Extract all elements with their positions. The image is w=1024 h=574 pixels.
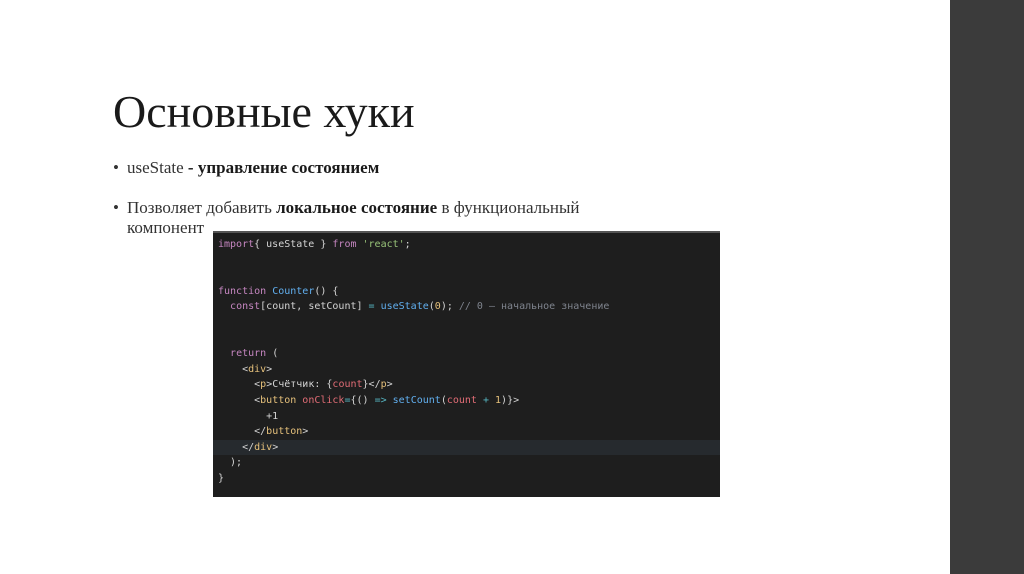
- code-line: );: [213, 455, 720, 471]
- code-token: +: [476, 394, 489, 406]
- code-token: [count, setCount]: [260, 301, 369, 313]
- code-token: setCount: [386, 394, 441, 406]
- slide-title: Основные хуки: [113, 86, 415, 137]
- code-line: function Counter() {: [213, 284, 720, 300]
- code-token: button: [266, 426, 303, 438]
- code-line: </div>: [213, 439, 720, 456]
- code-token: return: [230, 348, 267, 360]
- code-token: { useState }: [254, 239, 333, 250]
- bullet-bold-text: - управление состоянием: [183, 158, 380, 177]
- code-token: <: [218, 394, 261, 406]
- code-token: +1: [218, 410, 279, 422]
- code-token: Counter: [266, 285, 315, 297]
- bullet-text-tail: в функциональный: [437, 198, 580, 217]
- code-token: 1: [489, 394, 502, 406]
- code-token: 'react': [356, 239, 405, 250]
- code-token: count: [332, 379, 363, 391]
- code-line: import{ useState } from 'react';: [213, 237, 720, 253]
- right-sidebar-bar: [950, 0, 1024, 574]
- code-token: >: [386, 379, 393, 391]
- code-token: >Счётчик: {: [266, 379, 333, 391]
- code-token: count: [446, 394, 477, 406]
- code-line: +1: [213, 409, 720, 425]
- code-token: ;: [404, 239, 411, 250]
- bullet-usestate: • useState - управление состоянием: [113, 158, 379, 178]
- code-token: )}>: [501, 394, 520, 406]
- code-token: // 0 — начальное значение: [458, 301, 610, 313]
- code-token: () {: [314, 285, 339, 297]
- bullet-bold-text: локальное состояние: [276, 198, 438, 217]
- code-line: <button onClick={() => setCount(count + …: [213, 393, 720, 409]
- code-token: div: [248, 363, 267, 375]
- code-token: >: [302, 426, 309, 438]
- code-line: <p>Счётчик: {count}</p>: [213, 377, 720, 393]
- code-line: return (: [213, 346, 720, 362]
- code-token: const: [230, 301, 261, 313]
- code-token: div: [254, 441, 273, 453]
- code-token: (: [266, 348, 279, 360]
- code-line: }: [213, 471, 720, 487]
- bullet-text: useState: [127, 158, 184, 177]
- code-line: const[count, setCount] = useState(0); //…: [213, 299, 720, 315]
- code-token: }: [218, 472, 225, 484]
- code-token: <: [218, 379, 261, 391]
- code-token: =>: [374, 394, 387, 406]
- code-token: useState: [374, 301, 429, 313]
- code-token: >: [266, 363, 273, 375]
- bullet-text: Позволяет добавить: [127, 198, 277, 217]
- code-token: >: [272, 441, 279, 453]
- code-token: );: [218, 457, 243, 469]
- code-screenshot: import{ useState } from 'react'; function…: [213, 231, 720, 497]
- code-token: }</: [362, 379, 381, 391]
- code-token: button: [260, 394, 297, 406]
- code-token: );: [440, 301, 459, 313]
- code-token: </: [218, 441, 255, 453]
- bullet-dot: •: [113, 198, 119, 217]
- code-token: from: [332, 239, 357, 250]
- code-line: </button>: [213, 424, 720, 440]
- code-line: <div>: [213, 362, 720, 378]
- code-token: {(): [350, 394, 375, 406]
- code-token: function: [218, 285, 267, 297]
- bullet-dot: •: [113, 158, 119, 177]
- code-token: <: [218, 363, 249, 375]
- code-token: import: [218, 239, 255, 250]
- code-token: </: [218, 426, 267, 438]
- code-token: onClick: [296, 394, 345, 406]
